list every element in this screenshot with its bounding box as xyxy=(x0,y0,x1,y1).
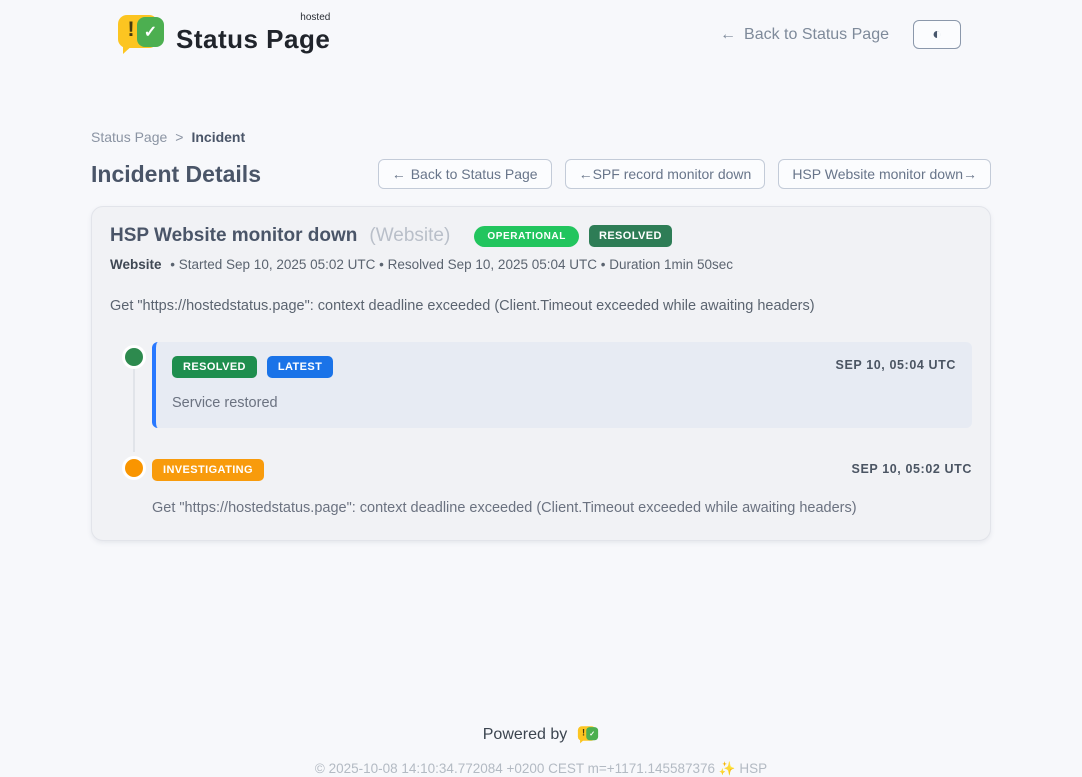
incident-card: HSP Website monitor down (Website) OPERA… xyxy=(91,206,991,541)
prev-incident-button[interactable]: ←SPF record monitor down xyxy=(565,159,766,189)
back-button-label: Back to Status Page xyxy=(411,166,538,182)
title-row: Incident Details ←Back to Status Page ←S… xyxy=(91,159,991,189)
incident-timeline: RESOLVED LATEST SEP 10, 05:04 UTC Servic… xyxy=(110,342,972,516)
theme-toggle-button[interactable]: ◐ xyxy=(913,20,961,49)
logo-bubble-tail xyxy=(580,739,585,744)
copyright-text: © 2025-10-08 14:10:34.772084 +0200 CEST … xyxy=(0,761,1082,777)
timeline-badges: INVESTIGATING xyxy=(152,459,972,481)
timeline-dot-resolved xyxy=(125,348,143,366)
breadcrumb-root[interactable]: Status Page xyxy=(91,129,167,145)
header-back-link[interactable]: ← Back to Status Page xyxy=(720,26,889,44)
brand-hosted-tag: hosted xyxy=(300,12,330,23)
arrow-left-icon: ← xyxy=(720,26,736,44)
theme-toggle-icon: ◐ xyxy=(932,26,942,44)
incident-meta: Website • Started Sep 10, 2025 05:02 UTC… xyxy=(110,257,972,272)
logo-bubble-tail xyxy=(123,43,135,54)
incident-nav-buttons: ←Back to Status Page ←SPF record monitor… xyxy=(378,159,991,189)
timeline-dot-investigating xyxy=(125,459,143,477)
brand-name: Status Page xyxy=(176,24,330,54)
checkmark-icon: ✓ xyxy=(137,17,164,47)
timeline-entry-resolved: RESOLVED LATEST SEP 10, 05:04 UTC Servic… xyxy=(110,342,972,428)
timeline-entry-investigating: INVESTIGATING SEP 10, 05:02 UTC Get "htt… xyxy=(110,459,972,516)
header: ! ✓ Status Page hosted ← Back to Status … xyxy=(0,0,1082,69)
breadcrumb-current: Incident xyxy=(191,129,245,145)
breadcrumb: Status Page > Incident xyxy=(91,129,991,145)
latest-badge: LATEST xyxy=(267,356,333,378)
status-page-logo-icon: ! ✓ xyxy=(118,15,164,55)
timeline-message: Service restored xyxy=(172,395,956,411)
powered-by-label: Powered by xyxy=(483,726,568,744)
timeline-entry-body: INVESTIGATING SEP 10, 05:02 UTC Get "htt… xyxy=(152,459,972,516)
breadcrumb-separator: > xyxy=(175,129,183,145)
timeline-timestamp: SEP 10, 05:04 UTC xyxy=(836,358,956,372)
next-button-label: HSP Website monitor down xyxy=(792,166,963,182)
incident-description: Get "https://hostedstatus.page": context… xyxy=(110,298,972,314)
arrow-left-icon: ← xyxy=(392,166,406,182)
page-title: Incident Details xyxy=(91,161,261,188)
incident-component: (Website) xyxy=(369,225,450,247)
incident-title: HSP Website monitor down xyxy=(110,225,357,247)
investigating-badge: INVESTIGATING xyxy=(152,459,264,481)
operational-status-badge: OPERATIONAL xyxy=(474,226,579,247)
checkmark-icon: ✓ xyxy=(586,727,598,740)
header-back-link-label: Back to Status Page xyxy=(744,26,889,44)
incident-title-row: HSP Website monitor down (Website) OPERA… xyxy=(110,225,972,247)
timeline-timestamp: SEP 10, 05:02 UTC xyxy=(852,462,972,476)
footer: Powered by ! ✓ © 2025-10-08 14:10:34.772… xyxy=(0,725,1082,777)
next-incident-button[interactable]: HSP Website monitor down→ xyxy=(778,159,991,189)
main-content: Status Page > Incident Incident Details … xyxy=(91,129,991,541)
back-to-status-page-button[interactable]: ← Back to Status Page xyxy=(378,159,552,189)
brand-text: Status Page hosted xyxy=(176,14,330,55)
incident-meta-component: Website xyxy=(110,257,162,272)
incident-meta-dates: • Started Sep 10, 2025 05:02 UTC • Resol… xyxy=(170,257,733,272)
status-page-logo-icon[interactable]: ! ✓ xyxy=(578,726,598,744)
prev-button-label: SPF record monitor down xyxy=(593,166,752,182)
header-right: ← Back to Status Page ◐ xyxy=(720,20,961,49)
arrow-left-icon: ← xyxy=(579,166,593,182)
timeline-message: Get "https://hostedstatus.page": context… xyxy=(152,500,972,516)
exclamation-icon: ! xyxy=(125,18,137,42)
brand-logo[interactable]: ! ✓ Status Page hosted xyxy=(118,14,330,55)
timeline-entry-body: RESOLVED LATEST SEP 10, 05:04 UTC Servic… xyxy=(152,342,972,428)
powered-by: Powered by ! ✓ xyxy=(0,725,1082,745)
resolved-badge: RESOLVED xyxy=(172,356,257,378)
resolved-status-badge: RESOLVED xyxy=(589,225,672,247)
arrow-right-icon: → xyxy=(963,166,977,182)
